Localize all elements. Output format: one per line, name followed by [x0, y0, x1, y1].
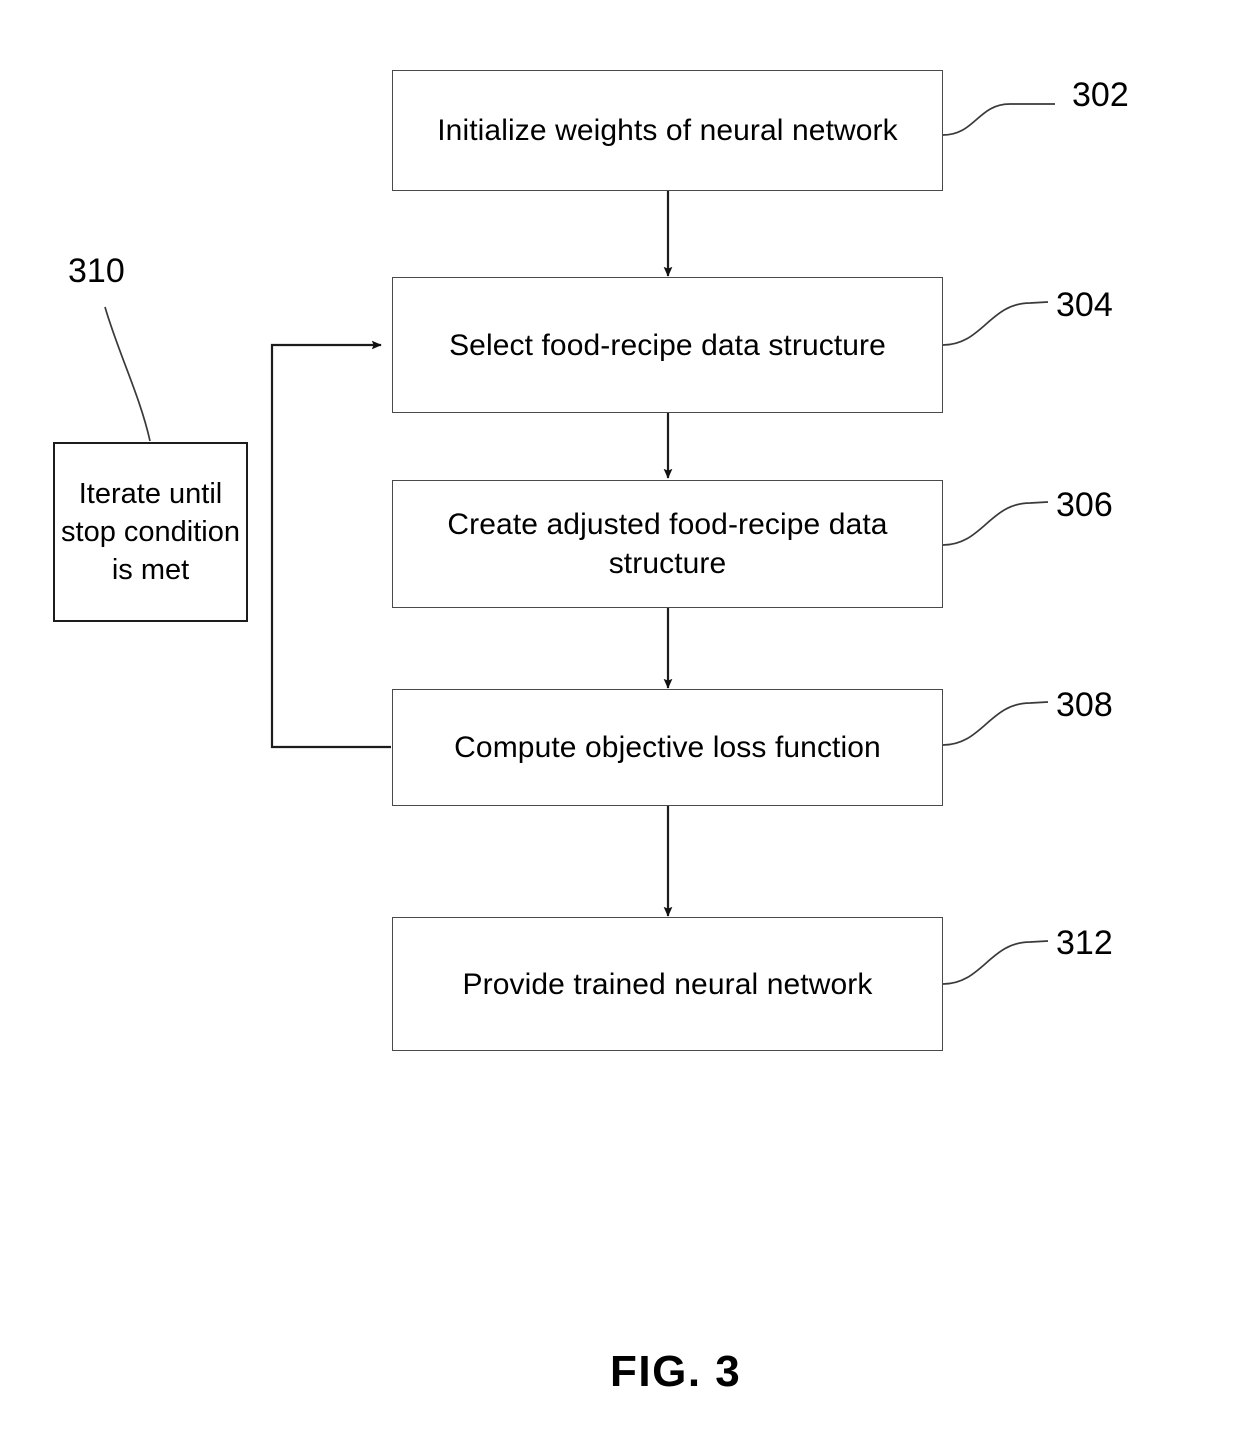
reference-numeral-308: 308: [1056, 686, 1113, 724]
step-label-302: Initialize weights of neural network: [437, 114, 898, 147]
leader-line-308: [942, 701, 1049, 746]
reference-numeral-310: 310: [68, 252, 125, 290]
step-label-306: Create adjusted food-recipe data structu…: [447, 508, 888, 580]
step-label-308: Compute objective loss function: [454, 731, 881, 764]
reference-numeral-302: 302: [1072, 76, 1129, 114]
reference-numeral-306: 306: [1056, 486, 1113, 524]
step-box-provide-trained-neural-network[interactable]: Provide trained neural network: [392, 917, 943, 1051]
step-label-304: Select food-recipe data structure: [449, 328, 886, 362]
step-box-create-adjusted-food-recipe-data-structure[interactable]: Create adjusted food-recipe data structu…: [392, 480, 943, 608]
figure-caption: FIG. 3: [610, 1347, 742, 1396]
feedback-loop-308-to-304: [270, 340, 391, 749]
reference-numeral-312: 312: [1056, 924, 1113, 962]
step-label-312: Provide trained neural network: [462, 967, 873, 1001]
annotation-box-iterate-until-stop-condition[interactable]: Iterate until stop condition is met: [53, 442, 248, 622]
step-box-select-food-recipe-data-structure[interactable]: Select food-recipe data structure: [392, 277, 943, 413]
leader-line-302: [942, 103, 1055, 136]
leader-line-312: [942, 940, 1049, 985]
step-box-compute-objective-loss-function[interactable]: Compute objective loss function: [392, 689, 943, 806]
leader-line-304: [942, 301, 1049, 346]
reference-numeral-304: 304: [1056, 286, 1113, 324]
annotation-label-310: Iterate until stop condition is met: [61, 477, 240, 587]
step-box-initialize-weights[interactable]: Initialize weights of neural network: [392, 70, 943, 191]
figure-3-flowchart: Initialize weights of neural network 302…: [0, 0, 1240, 1451]
leader-line-306: [942, 501, 1049, 546]
leader-line-310: [104, 306, 151, 442]
